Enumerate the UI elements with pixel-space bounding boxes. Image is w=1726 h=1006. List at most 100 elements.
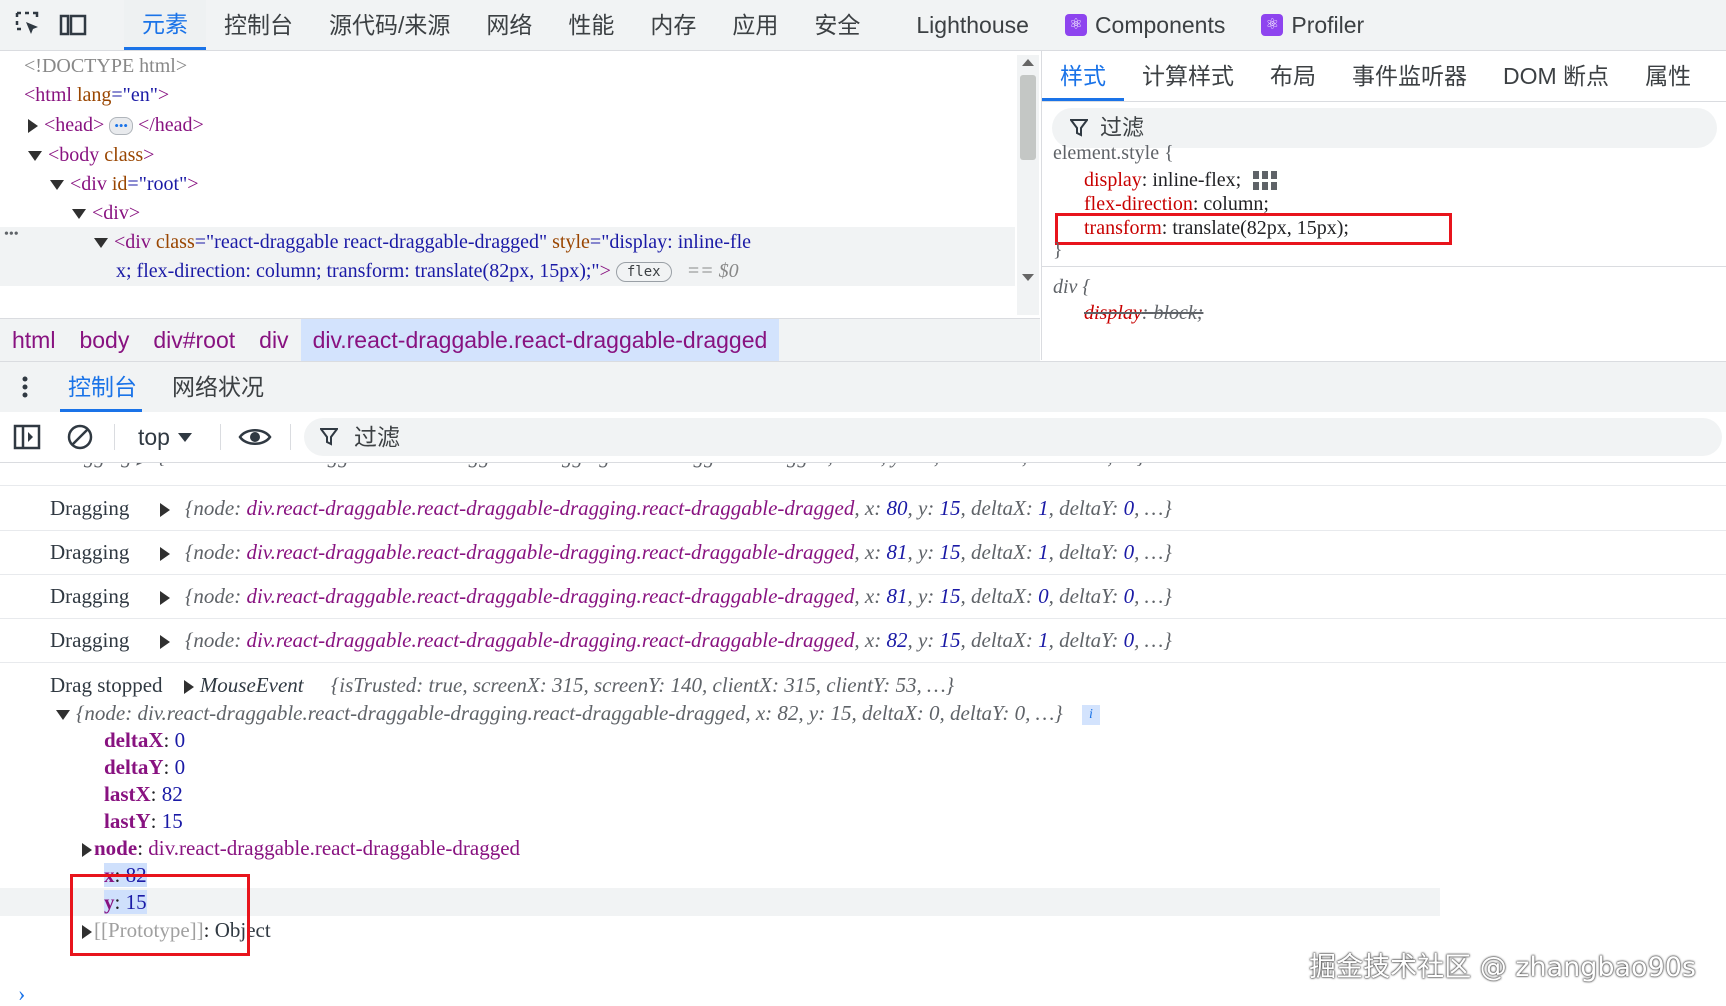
tag-text: </head>	[137, 114, 204, 136]
scroll-up-icon[interactable]	[1022, 59, 1034, 66]
scroll-down-icon[interactable]	[1022, 274, 1034, 281]
attr-value: x; flex-direction: column; transform: tr…	[116, 260, 600, 282]
style-rule-selector[interactable]: element.style {	[1053, 142, 1174, 165]
tab-elements[interactable]: 元素	[124, 0, 206, 50]
attr-name: id	[111, 173, 128, 195]
live-expression-button[interactable]	[238, 412, 272, 462]
filter-placeholder: 过滤	[354, 424, 400, 450]
expand-arrow-icon[interactable]	[160, 591, 170, 605]
tab-computed[interactable]: 计算样式	[1124, 51, 1252, 101]
console-message[interactable]: Dragging {node: div.react-draggable.reac…	[0, 530, 1726, 575]
console-filter-input[interactable]: 过滤	[304, 418, 1722, 456]
drag-stopped-message[interactable]: Drag stopped MouseEvent {isTrusted: true…	[50, 673, 954, 698]
tab-memory[interactable]: 内存	[632, 0, 714, 50]
dom-line-head[interactable]: <head> ••• </head>	[28, 110, 204, 140]
collapsed-ellipsis[interactable]: •••	[109, 117, 133, 136]
scroll-thumb[interactable]	[1020, 75, 1036, 160]
info-icon[interactable]: i	[1081, 705, 1100, 726]
console-message-partial[interactable]: Dragging ▶ {node: div.react-draggable.re…	[0, 463, 1726, 486]
expand-arrow-icon[interactable]	[160, 547, 170, 561]
dom-line-div-root[interactable]: <div id="root">	[50, 169, 199, 199]
tab-lighthouse[interactable]: Lighthouse	[898, 0, 1047, 50]
elements-dom-tree: <!DOCTYPE html> <html lang="en"> <head> …	[0, 51, 1040, 315]
dom-line-doctype[interactable]: <!DOCTYPE html>	[24, 51, 187, 81]
tab-security[interactable]: 安全	[796, 0, 878, 50]
tab-performance[interactable]: 性能	[550, 0, 632, 50]
expanded-object-summary[interactable]: {node: div.react-draggable.react-draggab…	[56, 701, 1100, 726]
expand-arrow-icon[interactable]	[160, 635, 170, 649]
breadcrumb-item-selected[interactable]: div.react-draggable.react-draggable-drag…	[300, 319, 780, 361]
filter-placeholder: 过滤	[1100, 115, 1145, 140]
node-actions-ellipsis[interactable]: •••	[4, 227, 19, 243]
breadcrumb-item[interactable]: div	[247, 319, 300, 361]
watermark: 掘金技术社区 @ zhangbao90s	[1309, 952, 1696, 983]
expand-arrow-icon[interactable]	[28, 119, 38, 134]
drawer-tab-console[interactable]: 控制台	[60, 362, 142, 412]
filter-icon	[320, 428, 338, 446]
console-message[interactable]: Dragging {node: div.react-draggable.reac…	[0, 618, 1726, 663]
tab-label: 控制台	[224, 12, 293, 38]
tab-dom-breakpoints[interactable]: DOM 断点	[1485, 51, 1627, 101]
y-value: 15	[939, 628, 961, 652]
breadcrumb: html body div#root div div.react-draggab…	[0, 318, 1040, 362]
x-value: 80	[886, 496, 908, 520]
collapse-arrow-icon[interactable]	[50, 180, 64, 191]
context-selector[interactable]: top	[138, 412, 192, 462]
flexbox-editor-icon[interactable]	[1252, 170, 1278, 192]
tab-components[interactable]: ⚛ Components	[1047, 0, 1243, 50]
tab-application[interactable]: 应用	[714, 0, 796, 50]
expand-arrow-icon[interactable]	[183, 680, 194, 695]
tab-sources[interactable]: 源代码/来源	[311, 0, 468, 50]
tab-profiler[interactable]: ⚛ Profiler	[1243, 0, 1382, 50]
tab-styles[interactable]: 样式	[1042, 51, 1124, 101]
attr-name: class	[104, 144, 144, 166]
console-message[interactable]: Dragging {node: div.react-draggable.reac…	[0, 574, 1726, 619]
collapse-arrow-icon[interactable]	[72, 209, 86, 220]
collapse-arrow-icon[interactable]	[28, 151, 42, 162]
breadcrumb-item[interactable]: div#root	[141, 319, 247, 361]
dom-line-html[interactable]: <html lang="en">	[24, 80, 169, 110]
devtools-tabbar: 元素 控制台 源代码/来源 网络 性能 内存 应用 安全 Lighthouse …	[0, 0, 1726, 51]
clear-console-button[interactable]	[66, 412, 94, 462]
tab-layout[interactable]: 布局	[1252, 51, 1334, 101]
deltay-value: 0	[1123, 628, 1135, 652]
inspect-element-icon[interactable]	[14, 10, 44, 40]
style-declaration-overridden[interactable]: display: block;	[1084, 302, 1203, 325]
expand-arrow-icon[interactable]	[160, 503, 170, 517]
css-property: display	[1084, 169, 1142, 191]
doctype-text: <!DOCTYPE html>	[24, 55, 188, 77]
field-value: 82	[161, 782, 183, 806]
collapse-arrow-icon[interactable]	[94, 238, 108, 249]
tab-network[interactable]: 网络	[468, 0, 550, 50]
object-field-node[interactable]: node: div.react-draggable.react-draggabl…	[82, 836, 520, 861]
attr-value: "en"	[122, 84, 158, 106]
flex-badge[interactable]: flex	[615, 262, 672, 283]
tab-properties[interactable]: 属性	[1627, 51, 1709, 101]
collapse-arrow-icon[interactable]	[56, 710, 70, 721]
dom-line-body[interactable]: <body class>	[28, 140, 154, 170]
message-label: Dragging	[50, 584, 130, 608]
clear-icon	[67, 424, 93, 450]
console-message[interactable]: Dragging {node: div.react-draggable.reac…	[0, 486, 1726, 531]
field-value: 0	[174, 728, 186, 752]
device-toolbar-icon[interactable]	[58, 10, 88, 40]
drawer-tab-network-conditions[interactable]: 网络状况	[172, 362, 264, 412]
tab-console[interactable]: 控制台	[206, 0, 311, 50]
tag-text: <div	[114, 231, 151, 253]
breadcrumb-item[interactable]: html	[0, 319, 67, 361]
css-property: display	[1084, 302, 1142, 324]
eye-icon	[238, 429, 272, 445]
style-rule-selector[interactable]: div {	[1053, 276, 1090, 299]
dom-line-div[interactable]: <div>	[72, 198, 140, 228]
style-declaration[interactable]: display: inline-flex;	[1084, 169, 1278, 192]
selected-dom-node[interactable]: ••• <div class="react-draggable react-dr…	[0, 227, 1015, 286]
console-output: Dragging ▶ {node: div.react-draggable.re…	[0, 463, 1726, 1006]
tag-text: <html	[24, 84, 72, 106]
tab-event-listeners[interactable]: 事件监听器	[1334, 51, 1485, 101]
elements-scrollbar[interactable]	[1017, 55, 1039, 315]
expand-arrow-icon[interactable]	[82, 843, 92, 858]
console-prompt-icon[interactable]: ›	[18, 981, 25, 1006]
more-options-icon[interactable]	[21, 376, 29, 398]
breadcrumb-item[interactable]: body	[67, 319, 141, 361]
sidebar-toggle-button[interactable]	[13, 412, 41, 462]
